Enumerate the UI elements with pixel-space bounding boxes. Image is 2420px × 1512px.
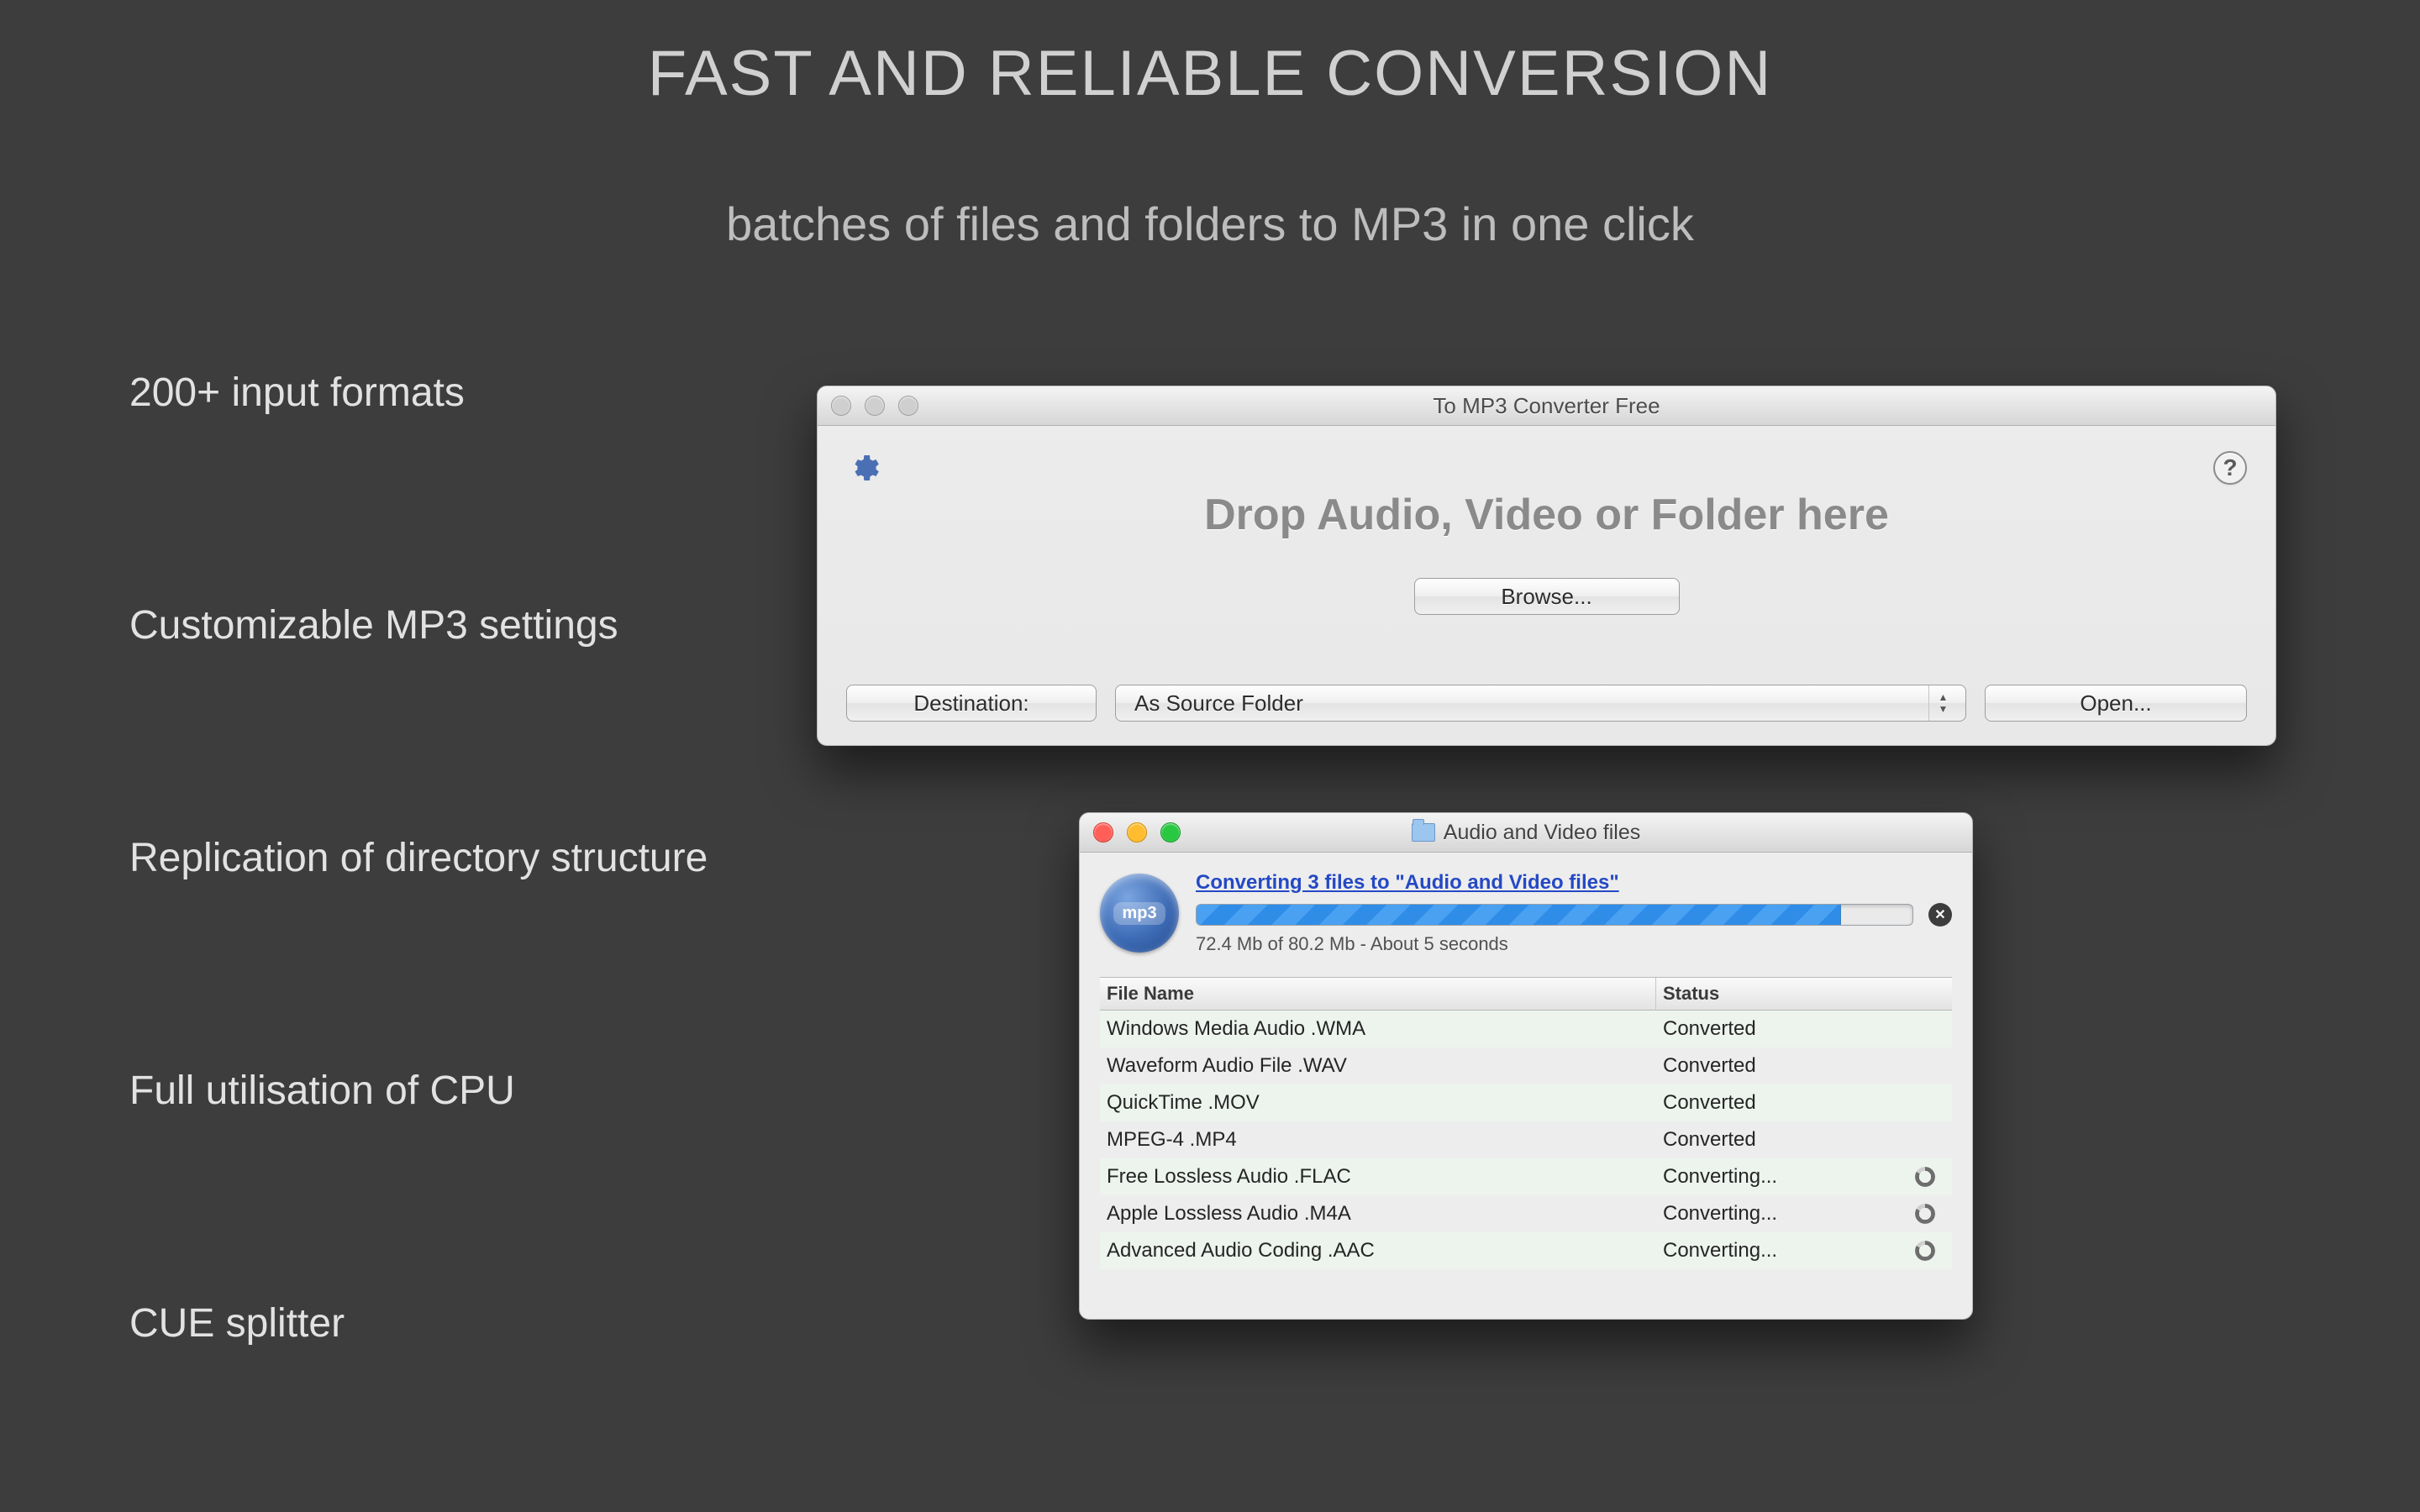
table-row[interactable]: QuickTime .MOVConverted [1100,1084,1952,1121]
cell-file-name: Windows Media Audio .WMA [1100,1017,1656,1041]
drop-area-label: Drop Audio, Video or Folder here [818,490,2275,540]
folder-icon [1412,823,1435,842]
cell-status: Converted [1656,1128,1952,1152]
table-row[interactable]: Apple Lossless Audio .M4AConverting... [1100,1195,1952,1232]
destination-button[interactable]: Destination: [846,685,1097,722]
window-title: Audio and Video files [1444,821,1640,845]
table-row[interactable]: MPEG-4 .MP4Converted [1100,1121,1952,1158]
mp3-icon: mp3 [1100,874,1179,953]
spinner-icon [1915,1167,1935,1187]
browse-button[interactable]: Browse... [1414,578,1680,615]
cell-status: Converting... [1656,1202,1952,1226]
page-title: FAST AND RELIABLE CONVERSION [0,37,2420,110]
column-file-name[interactable]: File Name [1100,978,1656,1010]
open-button[interactable]: Open... [1985,685,2247,722]
cell-file-name: QuickTime .MOV [1100,1091,1656,1115]
cell-status: Converting... [1656,1239,1952,1263]
help-icon[interactable]: ? [2213,451,2247,485]
feature-item: Full utilisation of CPU [129,1068,708,1114]
spinner-icon [1915,1241,1935,1261]
table-row[interactable]: Waveform Audio File .WAVConverted [1100,1047,1952,1084]
cell-status: Converted [1656,1091,1952,1115]
window-titlebar[interactable]: Audio and Video files [1080,813,1972,853]
table-row[interactable]: Advanced Audio Coding .AACConverting... [1100,1232,1952,1269]
cell-status: Converted [1656,1054,1952,1078]
cancel-icon[interactable] [1928,903,1952,927]
feature-item: Replication of directory structure [129,835,708,881]
table-body: Windows Media Audio .WMAConvertedWavefor… [1100,1011,1952,1269]
gear-icon[interactable] [846,451,880,485]
cell-file-name: Apple Lossless Audio .M4A [1100,1202,1656,1226]
feature-list: 200+ input formats Customizable MP3 sett… [129,370,708,1347]
destination-value: As Source Folder [1134,690,1303,717]
progress-window: Audio and Video files mp3 Converting 3 f… [1079,812,1973,1320]
cell-file-name: Free Lossless Audio .FLAC [1100,1165,1656,1189]
cell-status: Converted [1656,1017,1952,1041]
cell-file-name: Advanced Audio Coding .AAC [1100,1239,1656,1263]
cell-status: Converting... [1656,1165,1952,1189]
cell-file-name: Waveform Audio File .WAV [1100,1054,1656,1078]
table-row[interactable]: Windows Media Audio .WMAConverted [1100,1011,1952,1047]
destination-select[interactable]: As Source Folder ▲▼ [1115,685,1966,722]
window-titlebar[interactable]: To MP3 Converter Free [818,386,2275,426]
page-subtitle: batches of files and folders to MP3 in o… [0,197,2420,251]
progress-bar [1196,904,1913,926]
column-status[interactable]: Status [1656,978,1952,1010]
feature-item: 200+ input formats [129,370,708,416]
table-row[interactable]: Free Lossless Audio .FLACConverting... [1100,1158,1952,1195]
feature-item: Customizable MP3 settings [129,602,708,648]
table-header: File Name Status [1100,977,1952,1011]
spinner-icon [1915,1204,1935,1224]
progress-link[interactable]: Converting 3 files to "Audio and Video f… [1196,871,1619,894]
chevron-updown-icon: ▲▼ [1928,685,1957,721]
converter-window: To MP3 Converter Free ? Drop Audio, Vide… [817,386,2276,746]
cell-file-name: MPEG-4 .MP4 [1100,1128,1656,1152]
feature-item: CUE splitter [129,1300,708,1347]
progress-stats: 72.4 Mb of 80.2 Mb - About 5 seconds [1196,933,1952,955]
window-title: To MP3 Converter Free [818,393,2275,419]
